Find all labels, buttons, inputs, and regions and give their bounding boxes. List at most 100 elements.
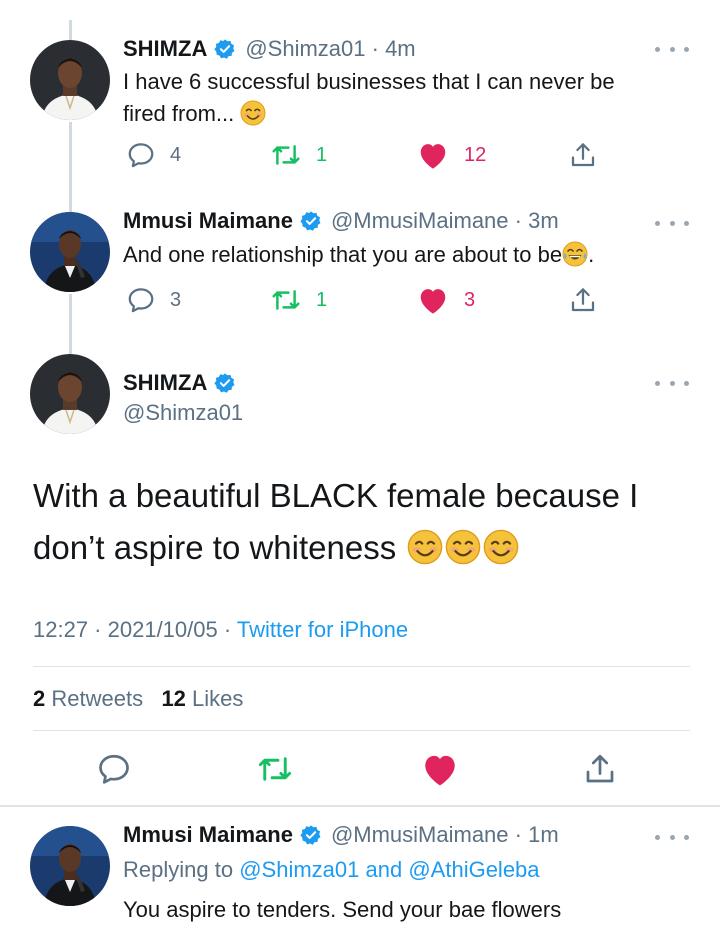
heart-icon [425,755,455,786]
share-icon [571,143,595,167]
smiling-face-emoji [483,529,519,565]
thread-line [69,294,72,354]
reply-count: 4 [170,143,182,166]
tweet-text-line: I have 6 successful businesses that I ca… [123,69,615,94]
tweet-text-fragment: . [588,242,595,267]
like-button[interactable]: 12 [416,140,486,170]
tweet-header: Mmusi Maimane @MmusiMaimane · 3m [123,208,559,234]
tweet-text-line: With a beautiful BLACK female because I [33,477,639,514]
timestamp[interactable]: 4m [385,36,416,62]
separator-dot: · [365,36,386,61]
reply-button[interactable]: 3 [126,285,181,315]
reply-button[interactable] [96,751,132,787]
like-button[interactable] [420,751,460,787]
tweet-meta: 12:27 · 2021/10/05 · Twitter for iPhone [33,617,408,643]
tweet-text: And one relationship that you are about … [123,239,594,271]
tears-of-joy-emoji [562,241,588,267]
verified-badge-icon [214,38,236,60]
divider [33,730,690,731]
share-icon [571,288,595,312]
reply-button[interactable]: 4 [126,140,181,170]
reply-icon [128,143,154,168]
retweet-button[interactable]: 1 [270,140,327,170]
smiling-face-emoji [445,529,481,565]
separator-dot: · [88,617,108,642]
verified-badge-icon [214,372,236,394]
display-name[interactable]: Mmusi Maimane [123,208,293,234]
separator-dot: · [217,617,237,642]
likes-label: Likes [192,686,244,711]
tweet-source-link[interactable]: Twitter for iPhone [237,617,408,642]
share-icon [586,754,614,783]
username[interactable]: @Shimza01 [245,36,365,62]
display-name[interactable]: SHIMZA [123,370,207,396]
reply-icon [128,288,154,313]
like-button[interactable]: 3 [416,285,475,315]
like-count: 12 [464,143,487,166]
tweet-header: Mmusi Maimane @MmusiMaimane · 1m [123,822,559,848]
username[interactable]: @MmusiMaimane [331,208,509,234]
verified-badge-icon [300,824,322,846]
tweet-text-line: fired from... [123,98,615,130]
smiling-face-emoji [240,100,266,126]
retweet-button[interactable] [256,751,294,787]
username[interactable]: @MmusiMaimane [331,822,509,848]
heart-icon [420,144,446,169]
retweets-label: Retweets [51,686,144,711]
divider [0,805,720,807]
tweet-header: SHIMZA @Shimza01 · 4m [123,36,416,62]
thread-line [69,20,72,40]
retweet-icon [258,757,292,781]
reply-icon [99,754,129,784]
divider [33,666,690,667]
retweet-button[interactable]: 1 [270,285,327,315]
more-options-icon[interactable] [655,44,689,54]
avatar[interactable] [30,212,110,292]
timestamp[interactable]: 3m [528,208,559,234]
tweet-time[interactable]: 12:27 [33,617,88,642]
retweet-icon [272,290,300,310]
like-total: 12 [161,686,186,711]
tweet-text-fragment: fired from... [123,101,235,126]
retweets-stat[interactable]: 2 Retweets [33,686,143,711]
display-name[interactable]: SHIMZA [123,36,207,62]
tweet-text-fragment: And one relationship that you are about … [123,242,563,267]
share-button[interactable] [568,285,598,315]
heart-icon [420,289,446,314]
avatar[interactable] [30,354,110,434]
verified-badge-icon [300,210,322,232]
mention-link[interactable]: @Shimza01 [239,857,359,882]
more-options-icon[interactable] [655,378,689,388]
retweet-icon [272,145,300,165]
more-options-icon[interactable] [655,832,689,842]
username[interactable]: @Shimza01 [123,400,243,426]
tweet-text: You aspire to tenders. Send your bae flo… [123,897,562,922]
retweet-count: 1 [316,143,328,166]
retweet-total: 2 [33,686,46,711]
tweet-text: With a beautiful BLACK female because I … [33,470,693,574]
like-count: 3 [464,288,476,311]
thread-line [69,122,72,212]
tweet-header: SHIMZA [123,370,245,396]
retweet-count: 1 [316,288,328,311]
tweet-stats: 2 Retweets 12 Likes [33,686,243,712]
share-button[interactable] [568,140,598,170]
tweet-date[interactable]: 2021/10/05 [108,617,218,642]
tweet-text: I have 6 successful businesses that I ca… [123,66,615,130]
avatar[interactable] [30,826,110,906]
avatar[interactable] [30,40,110,120]
smiling-face-emoji [407,529,443,565]
tweet-text-line: don’t aspire to whiteness [33,522,693,574]
likes-stat[interactable]: 12 Likes [161,686,243,711]
mention-link[interactable]: @AthiGeleba [408,857,539,882]
replying-to: Replying to @Shimza01 and @AthiGeleba [123,854,540,886]
more-options-icon[interactable] [655,218,689,228]
mention-and: and [365,857,403,882]
timestamp[interactable]: 1m [528,822,559,848]
separator-dot: · [508,208,529,233]
display-name[interactable]: Mmusi Maimane [123,822,293,848]
reply-count: 3 [170,288,182,311]
share-button[interactable] [582,751,618,787]
tweet-text-fragment: don’t aspire to whiteness [33,529,397,566]
separator-dot: · [508,822,529,847]
